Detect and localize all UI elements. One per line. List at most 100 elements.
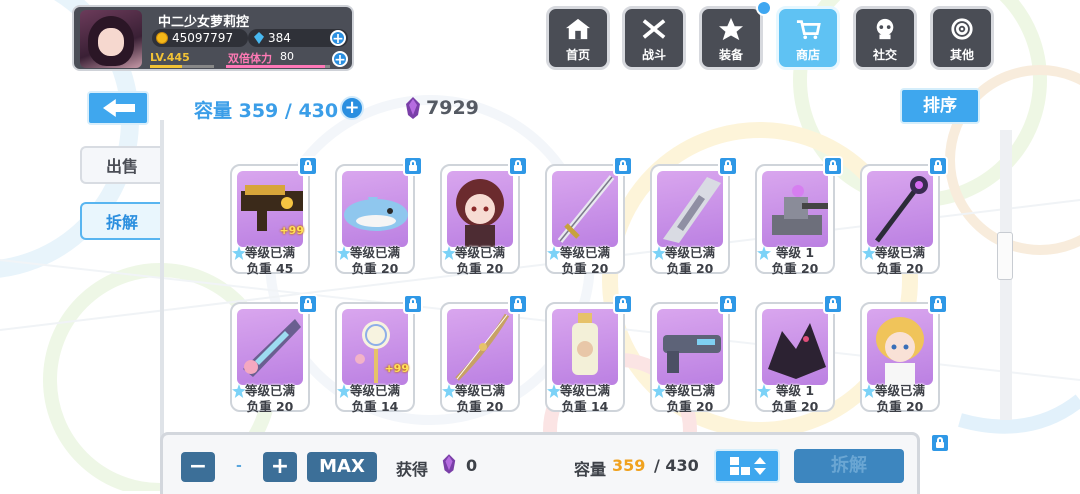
item-weight: 负重 20 xyxy=(876,399,924,414)
nav-battle[interactable]: 战斗 xyxy=(622,6,686,70)
gem-counter: 384 + xyxy=(248,29,348,47)
nav-label: 商店 xyxy=(795,48,820,62)
plus-level-badge: +99 xyxy=(384,362,409,375)
item-card[interactable]: 等级已满 负重 20 xyxy=(440,164,520,276)
lock-icon[interactable] xyxy=(823,156,843,176)
avatar[interactable] xyxy=(80,10,142,68)
item-weight: 负重 14 xyxy=(351,399,399,414)
lock-icon[interactable] xyxy=(928,156,948,176)
add-stamina-button[interactable]: + xyxy=(332,51,348,68)
home-icon xyxy=(566,18,590,40)
item-card[interactable]: 等级 1 负重 20 xyxy=(755,302,835,414)
lock-icon[interactable] xyxy=(508,294,528,314)
nav-home[interactable]: 首页 xyxy=(546,6,610,70)
item-card[interactable]: 等级已满 负重 20 xyxy=(335,164,415,276)
item-card[interactable]: 等级已满 负重 20 xyxy=(650,302,730,414)
item-image xyxy=(447,171,513,247)
tab-dismantle[interactable]: 拆解 xyxy=(80,202,162,240)
max-button[interactable]: MAX xyxy=(307,452,377,482)
add-capacity-button[interactable]: + xyxy=(340,96,364,120)
item-weight: 负重 20 xyxy=(771,261,819,276)
lock-icon[interactable] xyxy=(928,294,948,314)
stamina-label: 双倍体力 xyxy=(228,52,272,65)
lock-icon[interactable] xyxy=(930,433,950,453)
lock-icon[interactable] xyxy=(508,156,528,176)
capacity-label: 容量 xyxy=(574,460,607,479)
item-card[interactable]: 等级已满 负重 20 xyxy=(860,302,940,414)
quantity-value: - xyxy=(236,458,242,474)
nav-label: 其他 xyxy=(949,48,974,62)
nav-label: 装备 xyxy=(718,48,743,62)
item-weight: 负重 20 xyxy=(561,261,609,276)
player-profile[interactable]: 中二少女萝莉控 45097797 384 + LV.445 双倍体力 80 + xyxy=(72,5,354,71)
item-weight: 负重 20 xyxy=(456,399,504,414)
lock-icon[interactable] xyxy=(298,294,318,314)
item-image xyxy=(657,309,723,385)
item-card[interactable]: 等级已满 负重 20 xyxy=(860,164,940,276)
gold-counter: 45097797 xyxy=(152,29,248,47)
shop-icon xyxy=(796,20,821,40)
gain-label: 获得 xyxy=(396,460,429,479)
item-card[interactable]: 等级 1 负重 20 xyxy=(755,164,835,276)
nav-label: 社交 xyxy=(872,48,897,62)
crystal-icon xyxy=(442,454,456,474)
battle-icon xyxy=(642,19,666,39)
back-button[interactable] xyxy=(87,91,149,125)
add-gems-button[interactable]: + xyxy=(330,30,346,47)
nav-shop[interactable]: 商店 xyxy=(776,6,840,70)
item-image xyxy=(237,309,303,385)
scrollbar-thumb[interactable] xyxy=(997,232,1013,280)
item-image xyxy=(447,309,513,385)
lock-icon[interactable] xyxy=(613,156,633,176)
item-card[interactable]: 等级已满 负重 20 xyxy=(440,302,520,414)
item-weight: 负重 20 xyxy=(666,261,714,276)
player-name: 中二少女萝莉控 xyxy=(158,15,250,30)
lock-icon[interactable] xyxy=(823,294,843,314)
item-card[interactable]: +99 等级已满 负重 14 xyxy=(335,302,415,414)
nav-social[interactable]: 社交 xyxy=(853,6,917,70)
item-card[interactable]: 等级已满 负重 20 xyxy=(230,302,310,414)
item-card[interactable]: 等级已满 负重 20 xyxy=(650,164,730,276)
nav-equipment[interactable]: 装备 xyxy=(699,6,763,70)
stamina-bar xyxy=(226,65,330,68)
item-image xyxy=(762,171,828,247)
item-weight: 负重 20 xyxy=(351,261,399,276)
level-progress-bar xyxy=(150,65,214,68)
item-weight: 负重 20 xyxy=(666,399,714,414)
item-image xyxy=(657,171,723,247)
lock-icon[interactable] xyxy=(613,294,633,314)
tab-sell[interactable]: 出售 xyxy=(80,146,162,184)
crystal-value: 7929 xyxy=(426,97,479,119)
item-weight: 负重 20 xyxy=(876,261,924,276)
notification-dot xyxy=(756,0,772,16)
panel-divider xyxy=(160,120,164,450)
grid-toggle-button[interactable] xyxy=(714,449,780,483)
nav-other[interactable]: 其他 xyxy=(930,6,994,70)
item-card[interactable]: 等级已满 负重 20 xyxy=(545,164,625,276)
dismantle-button[interactable]: 拆解 xyxy=(794,449,904,483)
item-card[interactable]: 等级已满 负重 14 xyxy=(545,302,625,414)
stamina-value: 80 xyxy=(280,50,294,63)
back-arrow-icon xyxy=(103,99,135,117)
gold-coin-icon xyxy=(156,32,168,44)
capacity-used: 359 xyxy=(612,456,646,475)
social-icon xyxy=(876,18,894,40)
item-image xyxy=(867,309,933,385)
sort-button[interactable]: 排序 xyxy=(900,88,980,124)
grid-view-icon xyxy=(730,457,766,475)
item-weight: 负重 20 xyxy=(771,399,819,414)
lock-icon[interactable] xyxy=(298,156,318,176)
capacity-total: / 430 xyxy=(654,456,699,475)
item-weight: 负重 20 xyxy=(246,399,294,414)
capacity-display: 容量 359 / 430 xyxy=(194,100,339,122)
nav-label: 首页 xyxy=(565,48,590,62)
lock-icon[interactable] xyxy=(403,156,423,176)
lock-icon[interactable] xyxy=(718,294,738,314)
lock-icon[interactable] xyxy=(403,294,423,314)
decrease-quantity-button[interactable]: − xyxy=(181,452,215,482)
item-image xyxy=(867,171,933,247)
item-image xyxy=(552,309,618,385)
increase-quantity-button[interactable]: + xyxy=(263,452,297,482)
item-card[interactable]: +99 等级已满 负重 45 xyxy=(230,164,310,276)
lock-icon[interactable] xyxy=(718,156,738,176)
